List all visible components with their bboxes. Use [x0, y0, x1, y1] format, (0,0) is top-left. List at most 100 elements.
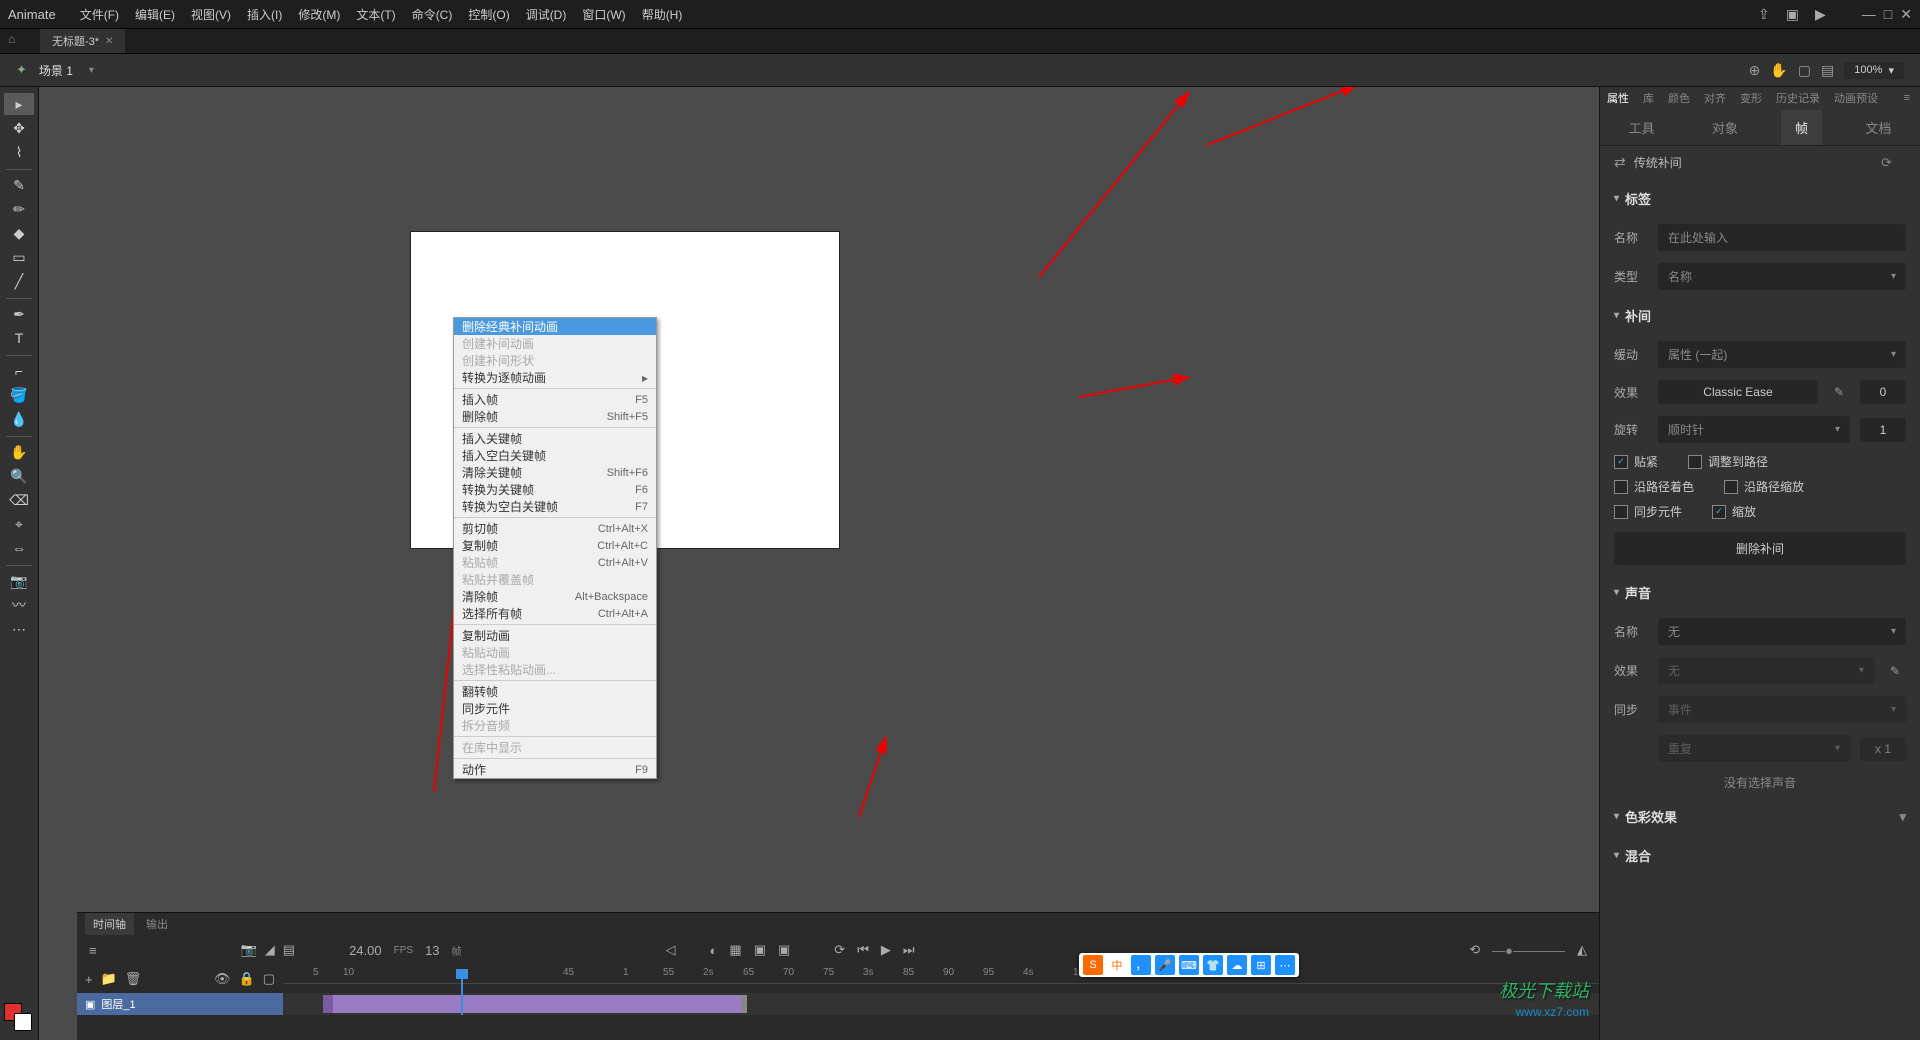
share-icon[interactable]: ⇪ — [1758, 6, 1770, 23]
ime-punct-icon[interactable]: ， — [1131, 955, 1151, 975]
subtab-frame[interactable]: 帧 — [1781, 110, 1822, 145]
repeat-dropdown[interactable]: 重复▾ — [1658, 735, 1850, 762]
free-transform-tool[interactable]: ✥ — [4, 117, 34, 139]
panel-menu-icon[interactable]: ≡ — [1894, 92, 1920, 104]
pencil-tool[interactable]: ✏ — [4, 198, 34, 220]
color-along-checkbox[interactable]: 沿路径着色 — [1614, 478, 1694, 495]
scale-checkbox[interactable]: ✓缩放 — [1712, 503, 1756, 520]
workspace-icon[interactable]: ▣ — [1786, 6, 1799, 23]
play-button[interactable]: ▶ — [881, 942, 891, 958]
keyframe-back-icon[interactable]: ◁ — [666, 942, 676, 958]
context-menu-item[interactable]: 插入空白关键帧 — [454, 447, 656, 464]
section-sound[interactable]: ▾声音 — [1600, 573, 1920, 612]
context-menu-item[interactable]: 剪切帧Ctrl+Alt+X — [454, 520, 656, 537]
step-back-icon[interactable]: ⏮ — [857, 942, 869, 958]
ime-cube-icon[interactable]: ⊞ — [1251, 955, 1271, 975]
sound-effect-dropdown[interactable]: 无▾ — [1658, 657, 1874, 684]
rotate-count-input[interactable]: 1 — [1860, 418, 1906, 442]
subtab-document[interactable]: 文档 — [1851, 110, 1905, 145]
tab-library[interactable]: 库 — [1636, 87, 1661, 110]
context-menu-item[interactable]: 复制帧Ctrl+Alt+C — [454, 537, 656, 554]
playhead[interactable] — [461, 975, 463, 1015]
ime-skin-icon[interactable]: 👕 — [1203, 955, 1223, 975]
rectangle-tool[interactable]: ▭ — [4, 246, 34, 268]
section-color-effect[interactable]: ▾色彩效果▾ — [1600, 797, 1920, 836]
tab-transform[interactable]: 变形 — [1733, 87, 1769, 110]
line-tool[interactable]: ╱ — [4, 270, 34, 292]
edit-multiple-icon[interactable]: ▦ — [729, 942, 741, 958]
zoom-tool[interactable]: 🔍 — [4, 465, 34, 487]
stage-area[interactable]: 删除经典补间动画创建补间动画创建补间形状转换为逐帧动画▸插入帧F5删除帧Shif… — [39, 87, 1599, 1040]
timeline-track[interactable] — [283, 993, 1599, 1015]
delete-layer-icon[interactable]: 🗑 — [125, 971, 142, 987]
window-maximize[interactable]: □ — [1884, 6, 1892, 23]
tab-presets[interactable]: 动画预设 — [1827, 87, 1885, 110]
section-tween[interactable]: ▾补间 — [1600, 296, 1920, 335]
layer-depth-icon[interactable]: ◢ — [265, 942, 275, 958]
layer-mask-icon[interactable]: ▤ — [283, 942, 295, 958]
context-menu-item[interactable]: 清除关键帧Shift+F6 — [454, 464, 656, 481]
layer-row[interactable]: ▣ 图层_1 — [77, 993, 283, 1015]
edit-ease-icon[interactable]: ✎ — [1828, 385, 1850, 399]
eraser-tool[interactable]: ⌫ — [4, 489, 34, 511]
context-menu-item[interactable]: 删除帧Shift+F5 — [454, 408, 656, 425]
step-forward-icon[interactable]: ⏭ — [903, 942, 915, 958]
rotate-dropdown[interactable]: 顺时针▾ — [1658, 416, 1850, 443]
zoom-dropdown[interactable]: 100% ▾ — [1844, 62, 1904, 79]
stroke-color-swatch[interactable] — [14, 1013, 32, 1031]
target-icon[interactable]: ⊕ — [1749, 62, 1761, 79]
sync-symbol-checkbox[interactable]: 同步元件 — [1614, 503, 1682, 520]
camera-toggle[interactable]: 📷 — [241, 942, 257, 958]
scene-icon[interactable]: ✦ — [16, 62, 27, 78]
menu-command[interactable]: 命令(C) — [404, 6, 461, 23]
tab-output[interactable]: 输出 — [138, 913, 176, 935]
sound-name-dropdown[interactable]: 无▾ — [1658, 618, 1906, 645]
label-type-dropdown[interactable]: 名称▾ — [1658, 263, 1906, 290]
menu-insert[interactable]: 插入(I) — [239, 6, 290, 23]
remove-tween-button[interactable]: 删除补间 — [1614, 532, 1906, 565]
window-close[interactable]: ✕ — [1900, 6, 1912, 23]
tab-color[interactable]: 颜色 — [1661, 87, 1697, 110]
selection-tool[interactable]: ▸ — [4, 93, 34, 115]
menu-file[interactable]: 文件(F) — [72, 6, 127, 23]
timeline-ruler[interactable]: 510 451 552s 6570 753s 8590 954s 1 — [283, 965, 1599, 984]
marker-icon[interactable]: ▣ — [754, 942, 766, 958]
section-label[interactable]: ▾标签 — [1600, 179, 1920, 218]
lasso-tool[interactable]: ⌇ — [4, 141, 34, 163]
scene-name[interactable]: 场景 1 — [39, 62, 73, 79]
effect-value-input[interactable]: 0 — [1860, 380, 1906, 404]
span-icon[interactable]: ▣ — [778, 942, 790, 958]
subtab-tool[interactable]: 工具 — [1615, 110, 1669, 145]
context-menu-item[interactable]: 转换为关键帧F6 — [454, 481, 656, 498]
menu-help[interactable]: 帮助(H) — [634, 6, 691, 23]
context-menu-item[interactable]: 动作F9 — [454, 761, 656, 778]
add-folder-icon[interactable]: 📁 — [101, 971, 117, 987]
stage-icon[interactable]: ▤ — [1821, 62, 1834, 79]
context-menu-item[interactable]: 同步元件 — [454, 700, 656, 717]
menu-modify[interactable]: 修改(M) — [290, 6, 348, 23]
effect-button[interactable]: Classic Ease — [1658, 380, 1818, 404]
document-tab[interactable]: 无标题-3* ✕ — [40, 29, 125, 53]
home-icon[interactable]: ⌂ — [8, 32, 15, 46]
add-layer-icon[interactable]: + — [85, 972, 93, 987]
ime-lang[interactable]: 中 — [1107, 955, 1127, 975]
lock-icon[interactable]: 🔒 — [239, 971, 255, 987]
width-tool[interactable]: ⇔ — [4, 537, 34, 559]
context-menu-item[interactable]: 转换为逐帧动画▸ — [454, 369, 656, 386]
context-menu-item[interactable]: 插入帧F5 — [454, 391, 656, 408]
asset-warp-tool[interactable]: ⌖ — [4, 513, 34, 535]
tween-span[interactable] — [323, 995, 743, 1013]
ease-dropdown[interactable]: 属性 (一起)▾ — [1658, 341, 1906, 368]
hand-tool[interactable]: ✋ — [4, 441, 34, 463]
menu-edit[interactable]: 编辑(E) — [127, 6, 183, 23]
ime-mic-icon[interactable]: 🎤 — [1155, 955, 1175, 975]
eyedropper-tool[interactable]: 💧 — [4, 408, 34, 430]
context-menu-item[interactable]: 插入关键帧 — [454, 430, 656, 447]
tab-timeline[interactable]: 时间轴 — [85, 913, 134, 935]
sound-edit-icon[interactable]: ✎ — [1884, 664, 1906, 678]
subtab-object[interactable]: 对象 — [1698, 110, 1752, 145]
tab-align[interactable]: 对齐 — [1697, 87, 1733, 110]
ime-logo-icon[interactable]: S — [1083, 955, 1103, 975]
context-menu-item[interactable]: 翻转帧 — [454, 683, 656, 700]
text-tool[interactable]: T — [4, 327, 34, 349]
